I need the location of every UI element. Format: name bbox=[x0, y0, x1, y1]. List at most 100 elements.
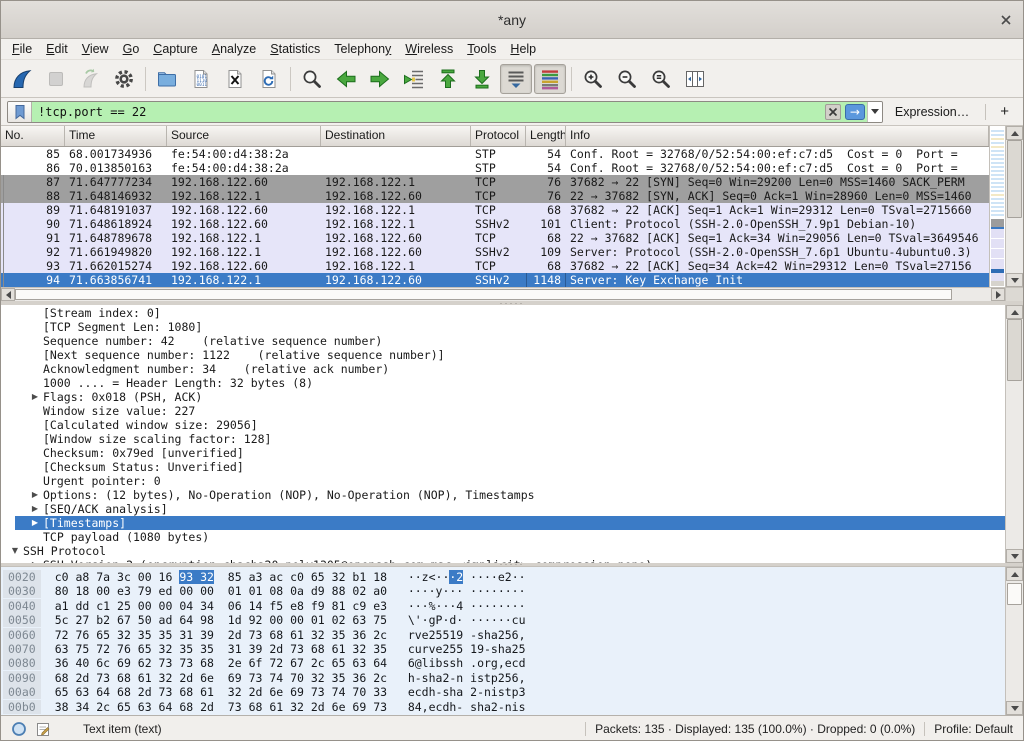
packet-row[interactable]: 8771.647777234192.168.122.60192.168.122.… bbox=[1, 175, 989, 189]
stop-capture-button[interactable] bbox=[40, 64, 72, 94]
add-filter-button[interactable]: + bbox=[992, 103, 1017, 120]
detail-row[interactable]: ▶Flags: 0x018 (PSH, ACK) bbox=[1, 390, 1005, 404]
expert-info-button[interactable] bbox=[11, 721, 27, 737]
column-header-no[interactable]: No. bbox=[1, 126, 65, 146]
intelligent-scrollbar[interactable] bbox=[989, 126, 1005, 287]
expand-arrow-icon[interactable]: ▶ bbox=[27, 502, 43, 516]
packet-row[interactable]: 8871.648146932192.168.122.1192.168.122.6… bbox=[1, 189, 989, 203]
scroll-thumb[interactable] bbox=[15, 289, 952, 300]
restart-capture-button[interactable] bbox=[74, 64, 106, 94]
detail-row[interactable]: Urgent pointer: 0 bbox=[1, 474, 1005, 488]
filter-history-dropdown[interactable] bbox=[867, 102, 882, 122]
hex-row[interactable]: 009068 2d 73 68 61 32 2d 6e 69 73 74 70 … bbox=[3, 671, 1005, 685]
column-header-protocol[interactable]: Protocol bbox=[471, 126, 526, 146]
status-profile[interactable]: Profile: Default bbox=[934, 722, 1013, 736]
start-capture-button[interactable] bbox=[6, 64, 38, 94]
packet-row[interactable]: 8670.013850163fe:54:00:d4:38:2aSTP54Conf… bbox=[1, 161, 989, 175]
column-header-info[interactable]: Info bbox=[566, 126, 989, 146]
collapse-arrow-icon[interactable]: ▼ bbox=[7, 544, 23, 558]
packet-row[interactable]: 9271.661949820192.168.122.1192.168.122.6… bbox=[1, 245, 989, 259]
packet-row[interactable]: 9071.648618924192.168.122.60192.168.122.… bbox=[1, 217, 989, 231]
column-header-source[interactable]: Source bbox=[167, 126, 321, 146]
hex-row[interactable]: 00b038 34 2c 65 63 64 68 2d 73 68 61 32 … bbox=[3, 700, 1005, 714]
go-to-top-button[interactable] bbox=[432, 64, 464, 94]
menu-capture[interactable]: Capture bbox=[146, 40, 204, 58]
packet-row[interactable]: 9471.663856741192.168.122.1192.168.122.6… bbox=[1, 273, 989, 287]
colorize-button[interactable] bbox=[534, 64, 566, 94]
detail-row[interactable]: Sequence number: 42 (relative sequence n… bbox=[1, 334, 1005, 348]
auto-scroll-button[interactable] bbox=[500, 64, 532, 94]
zoom-out-button[interactable] bbox=[611, 64, 643, 94]
hex-row[interactable]: 0040a1 dd c1 25 00 00 04 34 06 14 f5 e8 … bbox=[3, 599, 1005, 613]
menu-analyze[interactable]: Analyze bbox=[205, 40, 263, 58]
detail-row[interactable]: ▼SSH Protocol bbox=[1, 544, 1005, 558]
hex-row[interactable]: 0020c0 a8 7a 3c 00 16 93 32 85 a3 ac c0 … bbox=[3, 570, 1005, 584]
detail-row[interactable]: Window size value: 227 bbox=[1, 404, 1005, 418]
detail-row[interactable]: [Window size scaling factor: 128] bbox=[1, 432, 1005, 446]
go-forward-button[interactable] bbox=[364, 64, 396, 94]
hex-row[interactable]: 006072 76 65 32 35 35 31 39 2d 73 68 61 … bbox=[3, 628, 1005, 642]
clear-filter-button[interactable] bbox=[823, 102, 843, 122]
scroll-up-button[interactable] bbox=[1006, 567, 1023, 581]
packet-row[interactable]: 8971.648191037192.168.122.60192.168.122.… bbox=[1, 203, 989, 217]
hex-row[interactable]: 008036 40 6c 69 62 73 73 68 2e 6f 72 67 … bbox=[3, 656, 1005, 670]
detail-row[interactable]: ▶Options: (12 bytes), No-Operation (NOP)… bbox=[1, 488, 1005, 502]
menu-go[interactable]: Go bbox=[116, 40, 147, 58]
detail-row[interactable]: ▶[Timestamps] bbox=[15, 516, 1005, 530]
scroll-left-button[interactable] bbox=[1, 288, 15, 301]
expand-arrow-icon[interactable]: ▶ bbox=[27, 390, 43, 404]
detail-row[interactable]: 1000 .... = Header Length: 32 bytes (8) bbox=[1, 376, 1005, 390]
apply-filter-button[interactable]: → bbox=[843, 102, 867, 122]
menu-file[interactable]: File bbox=[5, 40, 39, 58]
go-back-button[interactable] bbox=[330, 64, 362, 94]
detail-row[interactable]: Acknowledgment number: 34 (relative ack … bbox=[1, 362, 1005, 376]
reload-file-button[interactable] bbox=[253, 64, 285, 94]
scroll-thumb[interactable] bbox=[1007, 319, 1022, 381]
filter-bookmark-button[interactable] bbox=[8, 102, 32, 122]
column-header-destination[interactable]: Destination bbox=[321, 126, 471, 146]
resize-columns-button[interactable] bbox=[679, 64, 711, 94]
details-vertical-scrollbar[interactable] bbox=[1005, 305, 1023, 563]
zoom-original-button[interactable] bbox=[645, 64, 677, 94]
menu-statistics[interactable]: Statistics bbox=[263, 40, 327, 58]
detail-row[interactable]: [Stream index: 0] bbox=[1, 306, 1005, 320]
expand-arrow-icon[interactable]: ▶ bbox=[27, 558, 43, 563]
detail-row[interactable]: TCP payload (1080 bytes) bbox=[1, 530, 1005, 544]
expand-arrow-icon[interactable]: ▶ bbox=[27, 516, 43, 530]
menu-telephony[interactable]: Telephony bbox=[327, 40, 398, 58]
detail-row[interactable]: [TCP Segment Len: 1080] bbox=[1, 320, 1005, 334]
menu-wireless[interactable]: Wireless bbox=[398, 40, 460, 58]
zoom-in-button[interactable] bbox=[577, 64, 609, 94]
scroll-down-button[interactable] bbox=[1006, 549, 1023, 563]
detail-row[interactable]: [Checksum Status: Unverified] bbox=[1, 460, 1005, 474]
scroll-thumb[interactable] bbox=[1007, 583, 1022, 605]
detail-row[interactable]: Checksum: 0x79ed [unverified] bbox=[1, 446, 1005, 460]
column-header-length[interactable]: Length bbox=[526, 126, 566, 146]
detail-row[interactable]: ▶[SEQ/ACK analysis] bbox=[1, 502, 1005, 516]
hex-row[interactable]: 00505c 27 b2 67 50 ad 64 98 1d 92 00 00 … bbox=[3, 613, 1005, 627]
scroll-track[interactable] bbox=[1006, 319, 1023, 549]
close-window-button[interactable] bbox=[999, 13, 1013, 27]
scroll-track[interactable] bbox=[15, 288, 991, 301]
go-to-bottom-button[interactable] bbox=[466, 64, 498, 94]
expand-arrow-icon[interactable]: ▶ bbox=[27, 488, 43, 502]
find-packet-button[interactable] bbox=[296, 64, 328, 94]
scroll-up-button[interactable] bbox=[1006, 305, 1023, 319]
scroll-up-button[interactable] bbox=[1006, 126, 1023, 140]
packet-list-vertical-scrollbar[interactable] bbox=[1005, 126, 1023, 287]
detail-row[interactable]: [Calculated window size: 29056] bbox=[1, 418, 1005, 432]
detail-row[interactable]: [Next sequence number: 1122 (relative se… bbox=[1, 348, 1005, 362]
menu-view[interactable]: View bbox=[75, 40, 116, 58]
scroll-track[interactable] bbox=[1006, 581, 1023, 701]
capture-comment-button[interactable] bbox=[35, 721, 51, 737]
close-file-button[interactable] bbox=[219, 64, 251, 94]
scroll-down-button[interactable] bbox=[1006, 701, 1023, 715]
scroll-track[interactable] bbox=[1006, 140, 1023, 273]
go-to-packet-button[interactable] bbox=[398, 64, 430, 94]
column-header-time[interactable]: Time bbox=[65, 126, 167, 146]
scroll-right-button[interactable] bbox=[991, 288, 1005, 301]
scroll-down-button[interactable] bbox=[1006, 273, 1023, 287]
expression-button[interactable]: Expression… bbox=[895, 105, 969, 119]
menu-help[interactable]: Help bbox=[503, 40, 543, 58]
hex-row[interactable]: 003080 18 00 e3 79 ed 00 00 01 01 08 0a … bbox=[3, 584, 1005, 598]
